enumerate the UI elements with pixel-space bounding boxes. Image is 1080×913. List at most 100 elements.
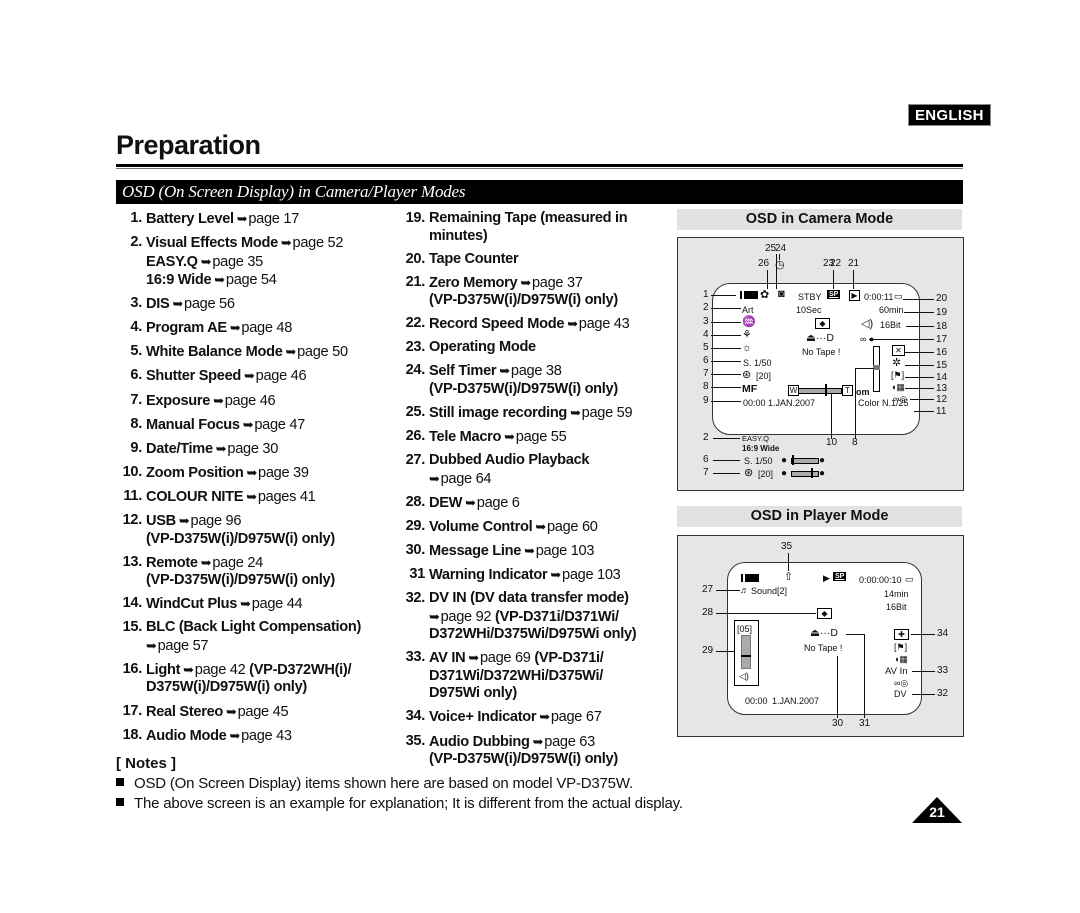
item-label: BLC (Back Light Compensation) [146,619,362,636]
section-header: OSD (On Screen Display) in Camera/Player… [116,180,963,204]
item-line: Tele Macro ➥page 55 [429,428,669,447]
item-number: 21. [405,273,426,290]
page-reference: page 59 [581,405,633,422]
page-reference-arrow-icon: ➥ [504,429,515,445]
voice-plus-icon: ⇧ [784,571,794,583]
page-reference-arrow-icon: ➥ [242,416,254,432]
page-reference: page 30 [227,440,279,457]
page-reference-arrow-icon: ➥ [213,392,224,408]
callout-6: 6 [703,355,709,366]
page-reference-arrow-icon: ➥ [244,368,255,384]
battery-level-icon [742,291,758,299]
callout-30: 30 [832,718,844,729]
item-line: (VP-D375W(i)/D975W(i) only) [429,381,669,399]
item-line: DV IN (DV data transfer mode) [429,590,669,608]
item-number: 16. [122,660,143,677]
notes-title: [ Notes ] [116,755,176,772]
page-number: 21 [929,804,945,820]
page-reference-arrow-icon: ➥ [229,727,241,743]
item-label: D975Wi only) [429,685,517,702]
item-line: Light ➥page 42 (VP-D372WH(i)/ [146,661,381,680]
page-reference: page 103 [562,567,621,584]
callout-14: 14 [936,372,948,383]
item-line: COLOUR NITE ➥pages 41 [146,488,381,507]
item-number: 14. [122,595,143,612]
item-number: 29. [405,517,426,534]
callout-19: 19 [936,307,948,318]
callout-27: 27 [702,584,714,595]
dew-icon: ◆ [815,318,830,329]
item-line: Zero Memory ➥page 37 [429,274,669,293]
av-in-label: AV In [885,666,908,677]
item-line: Exposure ➥page 46 [146,392,381,411]
item-number: 1. [130,210,142,226]
osd-item: 17. Real Stereo ➥page 45 [116,703,381,722]
player-osd-heading: OSD in Player Mode [677,506,962,527]
page-reference-arrow-icon: ➥ [535,518,546,534]
increase-icon: ● [819,455,826,466]
dis-icon: ♒ [742,316,756,328]
page-reference-arrow-icon: ➥ [246,464,258,480]
item-line: White Balance Mode ➥page 50 [146,343,381,362]
item-number: 22. [405,315,426,332]
item-label: Battery Level [146,211,234,227]
zoom-position-bar [798,388,842,394]
message-line: No Tape ! [802,347,841,357]
callout-11: 11 [936,406,947,417]
item-label: Real Stereo [146,703,224,720]
page-reference: page 46 [255,368,307,385]
increase-icon: ● [819,468,826,479]
page-reference-arrow-icon: ➥ [285,344,297,360]
wide-label: 16:9 Wide [742,444,780,453]
dubbed-audio-icon: ♬ [740,585,749,595]
warning-indicator: ⏏···D [810,627,838,639]
osd-item: 25. Still image recording ➥page 59 [399,404,669,423]
osd-item: 21. Zero Memory ➥page 37 (VP-D375W(i)/D975W… [399,274,669,310]
callout-7-lower: 7 [703,467,709,478]
item-label: Warning Indicator [429,567,548,584]
page-reference: page 6 [476,494,520,511]
zero-memory-icon: ▶ [849,290,860,301]
callout-2-lower: 2 [703,432,709,443]
section-title: OSD (On Screen Display) in Camera/Player… [122,182,466,201]
windcut-icon: [⚑] [891,370,905,380]
page-reference-arrow-icon: ➥ [236,211,248,226]
item-line: Tape Counter [429,251,669,269]
item-number: 23. [405,339,426,356]
cassette-icon: ▭ [905,574,914,584]
real-stereo-icon: ◁) [861,318,874,330]
callout-15: 15 [936,360,948,371]
item-number: 8. [130,415,142,432]
callout-9: 9 [703,395,709,406]
decrease-icon: ● [781,455,788,466]
osd-item: 30. Message Line ➥page 103 [399,542,669,561]
osd-item: 15. BLC (Back Light Compensation) ➥page 57 [116,619,381,655]
osd-item: 13. Remote ➥page 24 (VP-D375W(i)/D975W(i) o… [116,554,381,590]
item-label: Message Line [429,543,522,560]
remaining-tape: 14min [884,589,909,599]
page-reference: page 92 [440,608,492,625]
callout-13: 13 [936,383,948,394]
zoom-position-marker [825,384,827,396]
shutter-speed-lower: S. 1/50 [744,456,773,466]
item-line: USB ➥page 96 [146,512,381,531]
item-label: Program AE [146,320,227,337]
page-reference-arrow-icon: ➥ [183,661,194,677]
item-number: 28. [405,493,426,510]
audio-mode: 16Bit [886,602,907,612]
item-number: 18. [122,726,143,743]
item-label: Light [146,661,181,678]
item-line: ➥page 64 [429,470,669,489]
item-number: 32. [405,590,426,607]
page-reference: page 46 [224,392,276,409]
item-line: Zoom Position ➥page 39 [146,464,381,483]
callout-12: 12 [936,394,948,405]
item-label: AV IN [429,650,466,667]
callout-10: 10 [826,437,838,448]
item-line: D375W(i)/D975W(i) only) [146,679,381,697]
osd-item: 8. Manual Focus ➥page 47 [116,416,381,435]
item-label: Date/Time [146,440,213,457]
time: 00:00 [745,696,768,706]
time: 00:00 [743,398,766,408]
item-label: Shutter Speed [146,368,242,385]
